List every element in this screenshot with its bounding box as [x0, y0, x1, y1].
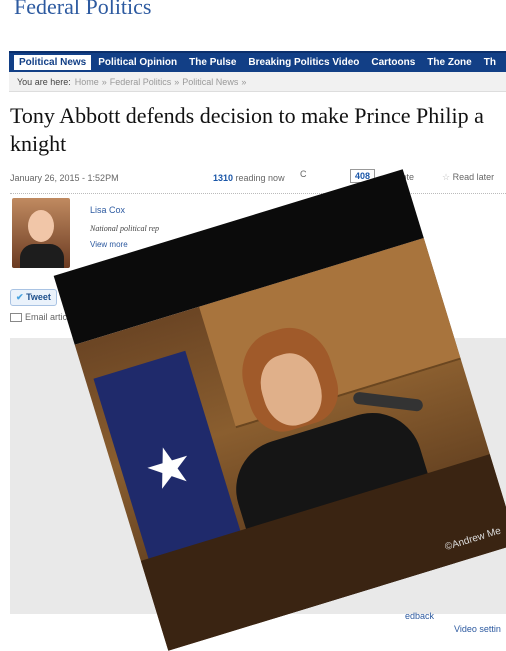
reading-suffix: reading now — [233, 173, 285, 183]
avatar-body — [20, 244, 64, 268]
nav-item-political-news[interactable]: Political News — [13, 54, 93, 71]
breadcrumb-federal-politics[interactable]: Federal Politics — [110, 77, 172, 87]
read-later-label: Read later — [452, 172, 495, 182]
breadcrumb: You are here: Home » Federal Politics » … — [9, 72, 506, 92]
microphone — [352, 391, 424, 412]
author-view-more-link[interactable]: View more — [90, 240, 128, 249]
article-date: January 26, 2015 - 1:52PM — [10, 173, 119, 183]
feedback-link[interactable]: edback — [405, 611, 434, 621]
star-icon: ☆ — [442, 172, 453, 182]
twitter-bird-icon: ✔ — [16, 292, 24, 302]
article-headline: Tony Abbott defends decision to make Pri… — [10, 103, 484, 156]
author-name[interactable]: Lisa Cox — [90, 205, 125, 215]
nav-item-more[interactable]: Th — [478, 53, 502, 72]
author-avatar[interactable] — [12, 198, 70, 268]
video-settings-link[interactable]: Video settin — [454, 624, 501, 634]
breadcrumb-home[interactable]: Home — [75, 77, 99, 87]
email-label: Email artic — [25, 312, 68, 322]
nav-item-political-opinion[interactable]: Political Opinion — [92, 53, 183, 72]
breadcrumb-separator: » — [174, 76, 180, 87]
author-title: National political rep — [90, 224, 160, 233]
nav-item-cartoons[interactable]: Cartoons — [365, 53, 421, 72]
site-masthead[interactable]: Federal Politics — [14, 0, 151, 20]
reading-now: 1310 reading now — [213, 173, 285, 183]
breadcrumb-separator: » — [101, 76, 107, 87]
comments-link[interactable]: C — [300, 169, 307, 179]
breadcrumb-separator: » — [241, 76, 247, 87]
avatar-face — [28, 210, 54, 242]
tweet-label: Tweet — [26, 292, 51, 302]
nav-item-breaking-politics-video[interactable]: Breaking Politics Video — [242, 53, 365, 72]
tweet-button[interactable]: ✔ Tweet — [10, 289, 57, 306]
divider — [10, 193, 506, 194]
envelope-icon — [10, 313, 22, 323]
section-nav: Political News Political Opinion The Pul… — [9, 51, 506, 72]
email-article-link[interactable]: Email artic — [10, 312, 68, 323]
article-meta: January 26, 2015 - 1:52PM 1310 reading n… — [10, 168, 506, 190]
breadcrumb-label: You are here: — [17, 76, 71, 87]
read-later-button[interactable]: ☆ Read later — [442, 172, 494, 183]
reading-count: 1310 — [213, 173, 234, 183]
nav-item-the-zone[interactable]: The Zone — [421, 53, 477, 72]
nav-item-the-pulse[interactable]: The Pulse — [183, 53, 242, 72]
breadcrumb-political-news[interactable]: Political News — [182, 77, 238, 87]
